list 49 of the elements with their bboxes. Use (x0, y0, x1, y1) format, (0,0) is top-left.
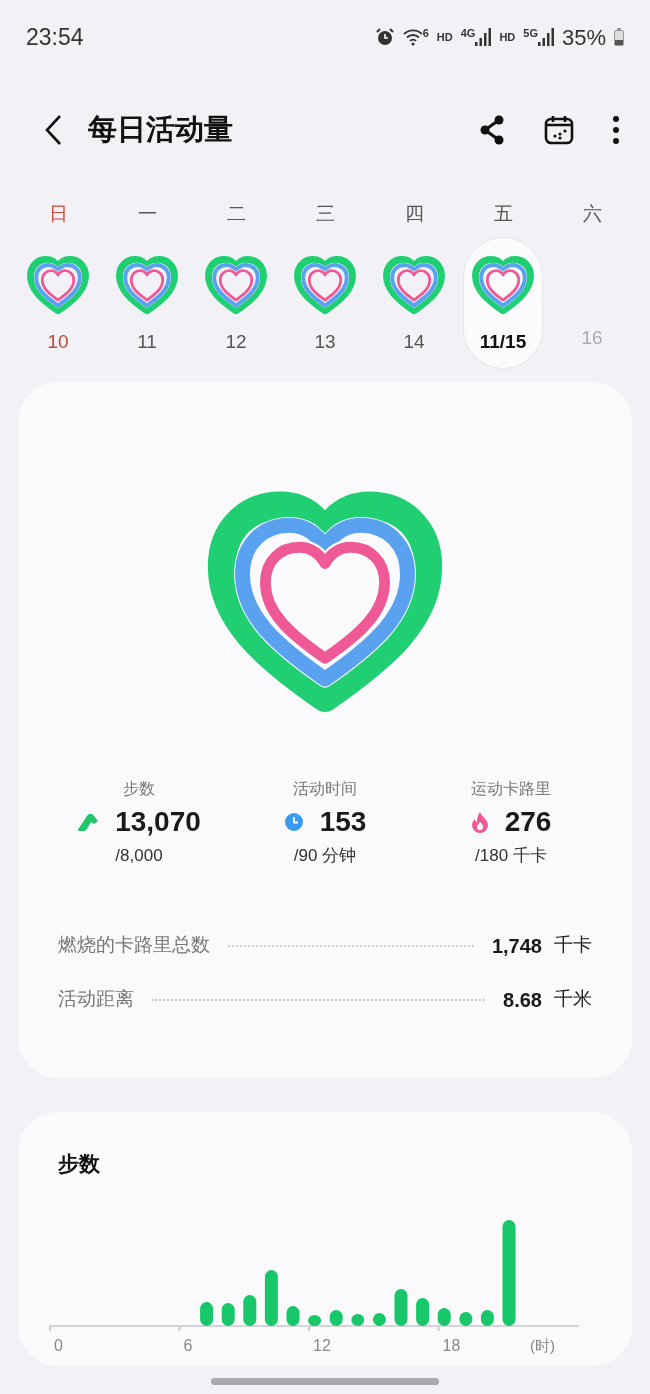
date-label: 12 (225, 330, 247, 355)
date-label: 10 (47, 330, 69, 355)
summary-value: 8.68 (503, 987, 542, 1013)
stat-label: 步数 (123, 779, 155, 799)
summary-label: 燃烧的卡路里总数 (58, 933, 210, 958)
hd-label: HD (436, 31, 453, 43)
weekday-label: 二 (226, 202, 246, 226)
page-title: 每日活动量 (88, 112, 233, 148)
hd-label: HD (499, 31, 516, 43)
stat-label: 活动时间 (293, 779, 357, 799)
stat-value: 276 (504, 805, 552, 839)
axis-label: 18 (442, 1336, 461, 1354)
day-tab[interactable]: 10 (19, 238, 97, 368)
stat-value: 13,070 (115, 805, 201, 839)
date-label: 11 (137, 330, 157, 355)
axis-label: 0 (54, 1336, 63, 1354)
summary-label: 活动距离 (58, 987, 134, 1012)
stat-goal: /90 分钟 (293, 845, 357, 867)
axis-label: 6 (183, 1336, 193, 1354)
day-tab[interactable]: 11/15 (464, 238, 542, 368)
weekday-label: 三 (315, 202, 335, 226)
day-tab[interactable]: 14 (375, 238, 453, 368)
axis-unit: (时) (530, 1336, 555, 1354)
date-label: 11/15 (479, 330, 527, 355)
stat-value: 153 (319, 805, 367, 839)
stat-label: 运动卡路里 (471, 779, 551, 799)
card-title: 步数 (58, 1151, 101, 1177)
weekday-label: 一 (137, 202, 157, 226)
date-label: 14 (403, 330, 425, 355)
summary-unit: 千米 (554, 987, 592, 1012)
weekday-label: 六 (582, 202, 602, 226)
day-tab[interactable]: 13 (286, 238, 364, 368)
axis-label: 12 (313, 1336, 331, 1354)
status-time: 23:54 (26, 22, 84, 52)
date-label: 13 (314, 330, 336, 355)
network-label: 5G (523, 28, 538, 39)
summary-unit: 千卡 (554, 933, 592, 958)
summary-value: 1,748 (491, 933, 542, 959)
day-tab[interactable]: 11 (108, 238, 186, 368)
weekday-label: 五 (493, 202, 513, 226)
weekday-label: 四 (404, 202, 424, 226)
weekday-label: 日 (48, 202, 68, 226)
date-label: 16 (581, 326, 603, 350)
stat-goal: /180 千卡 (475, 845, 547, 867)
network-label: 4G (460, 28, 476, 39)
day-tab[interactable]: 12 (197, 238, 275, 368)
stat-goal: /8,000 (115, 845, 163, 867)
wifi-label: 6 (422, 28, 429, 39)
battery-percent: 35% (561, 23, 606, 52)
